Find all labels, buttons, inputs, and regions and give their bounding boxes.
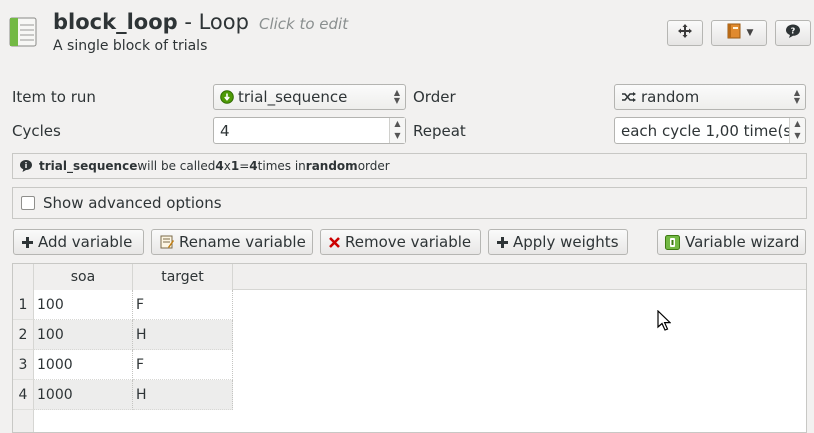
add-variable-label: Add variable — [38, 233, 133, 251]
remove-variable-label: Remove variable — [345, 233, 472, 251]
item-type: - Loop — [177, 10, 249, 34]
rename-variable-label: Rename variable — [179, 233, 306, 251]
notebook-icon — [725, 23, 743, 43]
spin-arrows-icon[interactable]: ▲ ▼ — [789, 118, 805, 143]
remove-icon — [329, 236, 340, 248]
repeat-value[interactable]: each cycle 1,00 time(s — [621, 122, 791, 140]
row-header[interactable]: 2 — [13, 320, 34, 350]
table-cell-target[interactable]: H — [133, 320, 233, 350]
info-icon — [19, 159, 33, 173]
variable-wizard-button[interactable]: Variable wizard — [657, 229, 806, 255]
advanced-options-label[interactable]: Show advanced options — [43, 194, 222, 212]
cycles-value[interactable]: 4 — [220, 122, 230, 140]
summary-order: random — [305, 159, 358, 173]
item-to-run-label: Item to run — [12, 88, 96, 106]
apply-weights-label: Apply weights — [513, 233, 619, 251]
order-select[interactable]: random ▲ ▼ — [614, 84, 806, 110]
variable-wizard-label: Variable wizard — [685, 233, 800, 251]
summary-text: will be called — [137, 159, 216, 173]
row-header[interactable]: 4 — [13, 380, 34, 410]
table-cell-target[interactable]: F — [133, 350, 233, 380]
table-cell-soa[interactable]: 1000 — [34, 380, 133, 410]
cycles-spinbox[interactable]: 4 ▲ ▼ — [213, 117, 406, 144]
loop-summary: trial_sequence will be called 4 x 1 = 4 … — [12, 153, 807, 179]
updown-arrows-icon: ▲ ▼ — [793, 88, 800, 105]
notebook-menu-button[interactable]: ▼ — [711, 20, 767, 46]
help-button[interactable]: ? — [775, 20, 811, 46]
item-to-run-value: trial_sequence — [238, 88, 348, 106]
summary-item: trial_sequence — [39, 159, 138, 173]
updown-arrows-icon: ▲ ▼ — [393, 88, 400, 105]
row-header-area — [13, 410, 34, 432]
apply-weights-button[interactable]: Apply weights — [488, 229, 628, 255]
move-button[interactable] — [667, 20, 703, 46]
mouse-pointer-icon — [657, 309, 672, 332]
item-title[interactable]: block_loop - Loop Click to edit — [53, 10, 348, 40]
item-name[interactable]: block_loop — [53, 10, 178, 34]
column-header-soa[interactable]: soa — [34, 264, 133, 290]
column-header-target[interactable]: target — [133, 264, 233, 290]
remove-variable-button[interactable]: Remove variable — [320, 229, 481, 255]
summary-text: order — [357, 159, 390, 173]
click-to-edit-hint[interactable]: Click to edit — [259, 15, 348, 33]
chevron-down-icon: ▼ — [746, 28, 754, 38]
summary-repeat: 1 — [230, 159, 240, 173]
summary-cycles: 4 — [215, 159, 224, 173]
cycles-label: Cycles — [12, 122, 61, 140]
wizard-icon — [665, 234, 680, 250]
repeat-label: Repeat — [413, 122, 466, 140]
table-corner[interactable] — [13, 264, 34, 290]
summary-text: = — [239, 159, 250, 173]
plus-icon — [497, 236, 508, 248]
repeat-spinbox[interactable]: each cycle 1,00 time(s ▲ ▼ — [614, 117, 806, 144]
plus-icon — [22, 236, 33, 248]
table-cell-soa[interactable]: 100 — [34, 320, 133, 350]
svg-text:?: ? — [791, 26, 796, 35]
summary-text: x — [223, 159, 231, 173]
item-description[interactable]: A single block of trials — [53, 38, 207, 54]
add-variable-button[interactable]: Add variable — [13, 229, 144, 255]
rename-icon — [160, 235, 174, 249]
move-icon — [677, 23, 693, 43]
order-value: random — [641, 88, 700, 106]
summary-total: 4 — [249, 159, 258, 173]
item-to-run-select[interactable]: trial_sequence ▲ ▼ — [213, 84, 406, 110]
row-header[interactable]: 3 — [13, 350, 34, 380]
table-cell-soa[interactable]: 100 — [34, 290, 133, 320]
table-cell-target[interactable]: F — [133, 290, 233, 320]
summary-text: times in — [257, 159, 306, 173]
table-cell-soa[interactable]: 1000 — [34, 350, 133, 380]
sequence-icon — [220, 90, 234, 104]
rename-variable-button[interactable]: Rename variable — [151, 229, 313, 255]
row-header[interactable]: 1 — [13, 290, 34, 320]
loop-item-icon — [8, 16, 38, 48]
help-icon: ? — [785, 23, 801, 43]
spin-arrows-icon[interactable]: ▲ ▼ — [389, 118, 405, 143]
table-cell-target[interactable]: H — [133, 380, 233, 410]
order-label: Order — [413, 88, 456, 106]
loop-table[interactable]: soa target 1 100 F 2 100 H 3 1000 F 4 10… — [12, 263, 807, 433]
advanced-options-toggle[interactable]: Show advanced options — [12, 187, 807, 219]
advanced-options-checkbox[interactable] — [21, 196, 35, 210]
shuffle-icon — [621, 91, 637, 103]
